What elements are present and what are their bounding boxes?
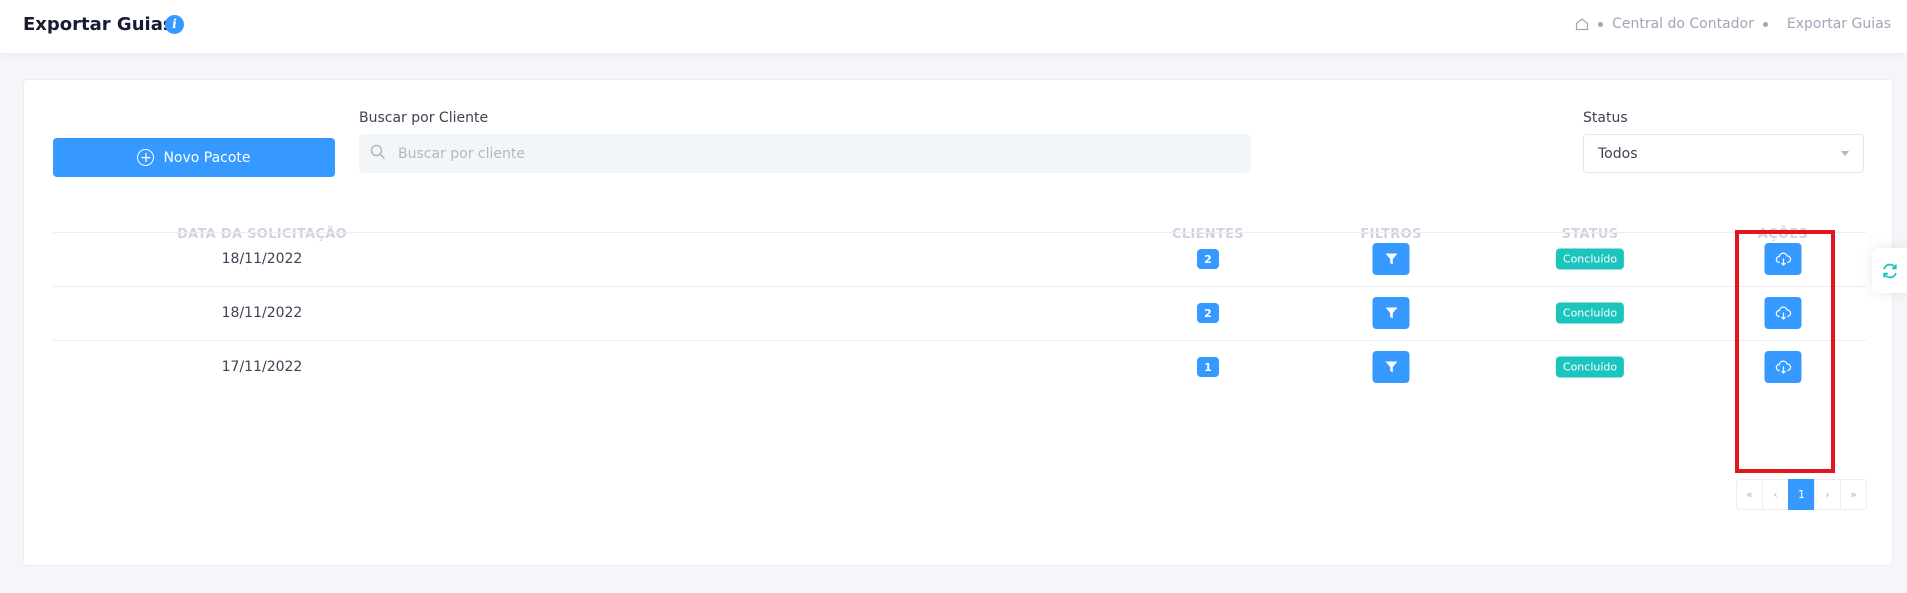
search-input[interactable] [398,145,1218,162]
cloud-download-icon [1775,306,1791,320]
breadcrumb-item-central[interactable]: Central do Contador [1612,16,1754,32]
clients-count-badge: 2 [1197,303,1219,323]
column-header-status: Status [1561,227,1619,242]
filter-button[interactable] [1372,351,1410,383]
download-button[interactable] [1764,351,1802,383]
column-header-filters: Filtros [1360,227,1422,242]
pagination-last[interactable]: » [1840,479,1867,510]
request-date: 18/11/2022 [221,251,303,267]
new-package-label: Novo Pacote [163,149,251,166]
breadcrumb-separator [1762,21,1768,27]
column-header-date: Data da Solicitação [177,227,347,242]
status-select-value: Todos [1598,145,1638,162]
info-icon[interactable]: i [165,15,184,34]
content-card: + Novo Pacote Buscar por Cliente Status … [23,79,1893,566]
breadcrumb-item-current: Exportar Guias [1786,16,1891,32]
table-divider [53,286,1866,287]
plus-circle-icon: + [137,149,155,166]
table-divider [53,340,1866,341]
cloud-download-icon [1775,252,1791,266]
pagination-prev[interactable]: ‹ [1762,479,1789,510]
home-icon[interactable] [1575,17,1589,31]
pagination-next[interactable]: › [1814,479,1841,510]
refresh-icon [1882,263,1897,278]
clients-count-badge: 2 [1197,249,1219,269]
filter-icon [1385,361,1397,373]
pagination-first[interactable]: « [1736,479,1763,510]
breadcrumb-separator [1598,21,1604,27]
cloud-download-icon [1775,360,1791,374]
pagination: « ‹ 1 › » [1736,479,1867,510]
pagination-page-current[interactable]: 1 [1788,479,1815,510]
status-select[interactable]: Todos [1583,134,1864,173]
refresh-side-tab[interactable] [1872,248,1907,293]
filter-icon [1385,307,1397,319]
search-icon [370,144,386,164]
request-date: 17/11/2022 [221,359,303,375]
column-header-actions: Ações [1757,227,1809,242]
table-divider [53,232,1866,233]
new-package-button[interactable]: + Novo Pacote [53,138,335,177]
download-button[interactable] [1764,297,1802,329]
top-bar: Exportar Guias i Central do Contador Exp… [0,0,1907,53]
search-field[interactable] [359,134,1251,173]
status-badge: Concluído [1555,302,1625,324]
search-label: Buscar por Cliente [359,110,489,126]
filter-button[interactable] [1372,243,1410,275]
filter-icon [1385,253,1397,265]
download-button[interactable] [1764,243,1802,275]
request-date: 18/11/2022 [221,305,303,321]
clients-count-badge: 1 [1197,357,1219,377]
filter-button[interactable] [1372,297,1410,329]
status-badge: Concluído [1555,356,1625,378]
status-badge: Concluído [1555,248,1625,270]
page-title: Exportar Guias [23,14,174,35]
status-label: Status [1583,110,1628,126]
column-header-clients: Clientes [1172,227,1244,242]
chevron-down-icon [1841,151,1849,156]
breadcrumb: Central do Contador Exportar Guias [1575,16,1891,32]
